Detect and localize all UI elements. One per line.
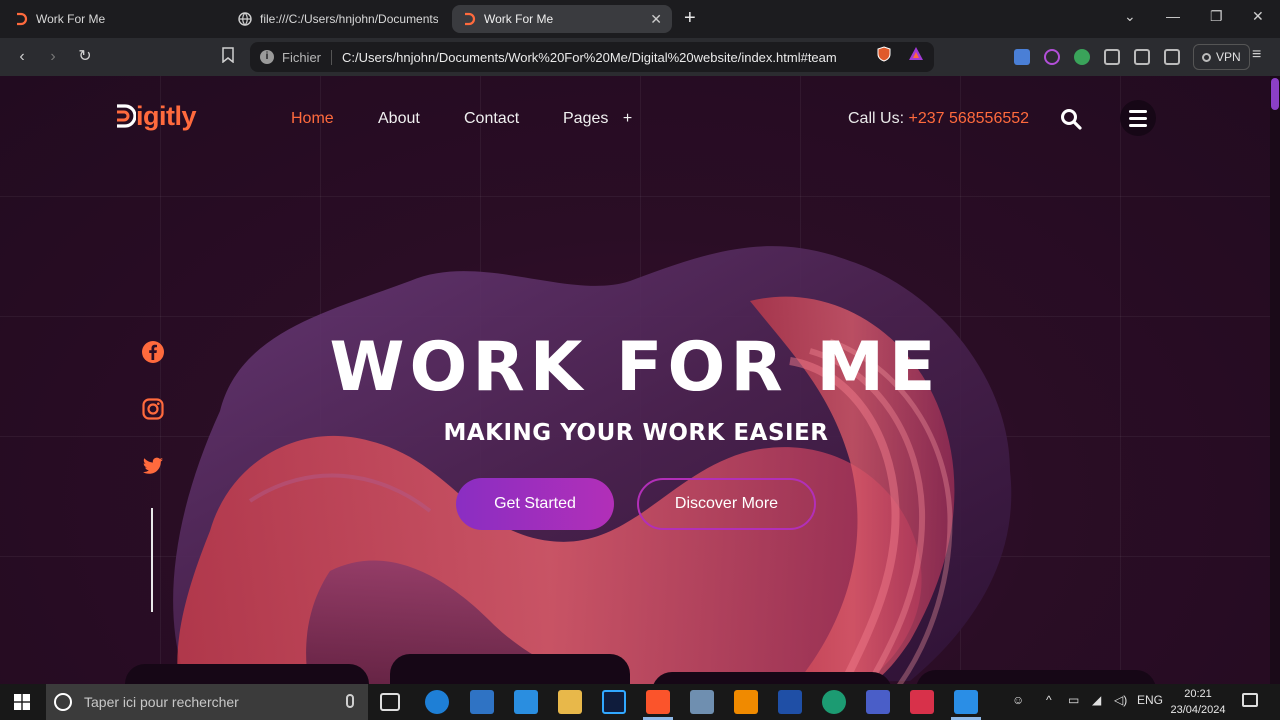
- photoshop-icon[interactable]: [602, 690, 626, 714]
- nav-pages-link[interactable]: Pages +: [563, 110, 632, 128]
- site-favicon-icon: [462, 12, 476, 26]
- screen-recorder-icon[interactable]: [910, 690, 934, 714]
- tab-title: Work For Me: [484, 12, 554, 26]
- app-icon[interactable]: [822, 690, 846, 714]
- nav-about-link[interactable]: About: [378, 110, 420, 128]
- call-us: Call Us: +237 568556552: [848, 110, 1029, 128]
- site-logo[interactable]: igitly: [114, 100, 197, 132]
- people-icon[interactable]: ☺: [1012, 693, 1024, 707]
- taskbar-search-box[interactable]: Taper ici pour rechercher: [46, 684, 368, 720]
- plus-icon: +: [622, 110, 633, 127]
- language-indicator[interactable]: ENG: [1137, 693, 1163, 707]
- tab-title: Work For Me: [36, 12, 106, 26]
- clock-time: 20:21: [1184, 688, 1212, 700]
- search-icon[interactable]: [1060, 108, 1082, 130]
- feature-card: [652, 672, 892, 684]
- battery-icon[interactable]: ▭: [1068, 693, 1079, 707]
- notifications-icon[interactable]: [1242, 693, 1258, 707]
- url-text[interactable]: C:/Users/hnjohn/Documents/Work%20For%20M…: [342, 50, 837, 65]
- hero-subtitle: MAKING YOUR WORK EASIER: [443, 420, 829, 446]
- hamburger-menu-button[interactable]: [1120, 100, 1156, 136]
- reload-icon[interactable]: ↻: [75, 47, 95, 67]
- browser-tab[interactable]: file:///C:/Users/hnjohn/Documents/W: [228, 5, 448, 33]
- minimize-icon[interactable]: —: [1166, 8, 1180, 24]
- social-divider-line: [151, 508, 153, 612]
- file-explorer-icon[interactable]: [558, 690, 582, 714]
- extension-icon[interactable]: [1014, 49, 1030, 65]
- store-icon[interactable]: [470, 690, 494, 714]
- wallet-icon[interactable]: [1164, 49, 1180, 65]
- bookmark-icon[interactable]: [218, 47, 238, 67]
- clock-date: 23/04/2024: [1170, 704, 1226, 716]
- twitter-icon[interactable]: [141, 454, 165, 478]
- info-icon[interactable]: i: [260, 50, 274, 64]
- call-label: Call Us:: [848, 110, 905, 127]
- show-hidden-icons-icon[interactable]: ^: [1046, 693, 1052, 707]
- hamburger-line: [1129, 109, 1147, 113]
- app-icon[interactable]: [866, 690, 890, 714]
- windows-start-icon[interactable]: [14, 694, 30, 710]
- app-icon[interactable]: [690, 690, 714, 714]
- forward-icon[interactable]: ›: [43, 47, 63, 67]
- scheme-label: Fichier: [282, 49, 333, 65]
- close-tab-icon[interactable]: ✕: [650, 11, 662, 27]
- taskbar-clock[interactable]: 20:21 23/04/2024: [1168, 686, 1228, 718]
- sidebar-icon[interactable]: [1134, 49, 1150, 65]
- feature-card: [125, 664, 369, 684]
- extensions-puzzle-icon[interactable]: [1104, 49, 1120, 65]
- vpn-status-icon: [1202, 52, 1211, 62]
- discover-more-button[interactable]: Discover More: [637, 478, 816, 530]
- back-icon[interactable]: ‹: [12, 47, 32, 67]
- browser-toolbar: ‹ › ↻ i Fichier C:/Users/hnjohn/Document…: [0, 38, 1280, 76]
- page-viewport: igitly Home About Contact Pages + Call U…: [0, 76, 1280, 684]
- security-app-icon[interactable]: [778, 690, 802, 714]
- site-favicon-icon: [14, 12, 28, 26]
- vpn-button[interactable]: VPN: [1193, 44, 1250, 70]
- tab-search-chevron-icon[interactable]: ⌄: [1124, 8, 1136, 25]
- address-bar[interactable]: i Fichier C:/Users/hnjohn/Documents/Work…: [250, 42, 934, 72]
- restore-icon[interactable]: ❐: [1210, 8, 1223, 25]
- page-scrollbar[interactable]: [1270, 76, 1280, 684]
- vlc-icon[interactable]: [734, 690, 758, 714]
- nav-home-link[interactable]: Home: [291, 110, 334, 128]
- grid-line: [0, 196, 1280, 197]
- phone-number-link[interactable]: +237 568556552: [908, 110, 1029, 127]
- cortana-icon: [54, 693, 72, 711]
- task-view-icon[interactable]: [380, 693, 400, 711]
- browser-menu-icon[interactable]: ≡: [1252, 46, 1261, 64]
- scrollbar-thumb[interactable]: [1271, 78, 1279, 110]
- extension-icon[interactable]: [1044, 49, 1060, 65]
- tab-title: file:///C:/Users/hnjohn/Documents/W: [260, 12, 438, 26]
- windows-taskbar: Taper ici pour rechercher ☺ ^ ▭ ◢ ◁) ENG…: [0, 684, 1280, 720]
- vpn-label: VPN: [1216, 50, 1241, 64]
- hamburger-line: [1129, 123, 1147, 127]
- extension-icon[interactable]: [1074, 49, 1090, 65]
- nav-contact-link[interactable]: Contact: [464, 110, 519, 128]
- vscode-icon[interactable]: [954, 690, 978, 714]
- browser-tab-strip: Work For Me file:///C:/Users/hnjohn/Docu…: [0, 0, 1280, 38]
- hero-title: WORK FOR ME: [329, 328, 941, 407]
- brave-browser-icon[interactable]: [646, 690, 670, 714]
- logo-text: igitly: [136, 100, 197, 131]
- nav-pages-label: Pages: [563, 110, 609, 127]
- get-started-button[interactable]: Get Started: [456, 478, 614, 530]
- taskbar-search-placeholder: Taper ici pour rechercher: [84, 694, 239, 710]
- logo-d-icon: [117, 104, 136, 128]
- browser-tab[interactable]: Work For Me: [4, 5, 226, 33]
- microphone-icon[interactable]: [346, 694, 354, 708]
- feature-card: [916, 670, 1156, 684]
- edge-icon[interactable]: [425, 690, 449, 714]
- new-tab-button[interactable]: +: [684, 8, 696, 28]
- hamburger-line: [1129, 116, 1147, 120]
- volume-icon[interactable]: ◁): [1114, 693, 1127, 707]
- brave-rewards-icon[interactable]: [908, 46, 924, 62]
- feature-card: [390, 654, 630, 684]
- globe-icon: [238, 12, 252, 26]
- brave-shield-icon[interactable]: [876, 46, 892, 62]
- browser-tab-active[interactable]: Work For Me ✕: [452, 5, 672, 33]
- network-icon[interactable]: ◢: [1092, 693, 1101, 707]
- close-window-icon[interactable]: ✕: [1252, 8, 1264, 25]
- hero-abstract-shape-image: [173, 246, 1012, 684]
- mail-icon[interactable]: [514, 690, 538, 714]
